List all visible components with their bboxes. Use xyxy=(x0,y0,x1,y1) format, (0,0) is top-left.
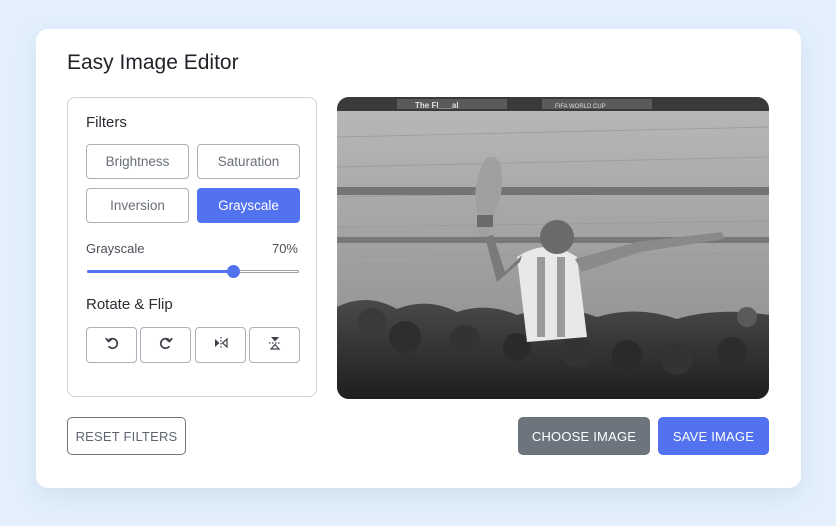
preview-banner-right: FIFA WORLD CUP xyxy=(555,104,606,110)
rotate-right-button[interactable] xyxy=(140,327,191,363)
rotate-left-icon xyxy=(104,335,120,356)
rotate-right-icon xyxy=(158,335,174,356)
reset-filters-button[interactable]: RESET FILTERS xyxy=(67,417,186,455)
slider-label: Grayscale xyxy=(86,241,145,256)
filter-grayscale-button[interactable]: Grayscale xyxy=(197,188,300,223)
slider-thumb[interactable] xyxy=(227,265,240,278)
editor-card: Easy Image Editor Filters Brightness Sat… xyxy=(36,29,801,488)
flip-horizontal-button[interactable] xyxy=(195,327,246,363)
filters-title: Filters xyxy=(86,114,127,131)
slider-fill xyxy=(87,270,233,273)
flip-vertical-icon xyxy=(267,335,283,356)
flip-horizontal-icon xyxy=(213,335,229,356)
editor-panel: Filters Brightness Saturation Inversion … xyxy=(67,97,317,397)
preview-banner-left: The FI___al xyxy=(415,101,459,110)
save-image-button[interactable]: SAVE IMAGE xyxy=(658,417,769,455)
app-title: Easy Image Editor xyxy=(67,51,239,74)
filter-saturation-button[interactable]: Saturation xyxy=(197,144,300,179)
rotate-flip-title: Rotate & Flip xyxy=(86,296,173,313)
image-preview: The FI___al FIFA WORLD CUP xyxy=(337,97,769,399)
filter-brightness-button[interactable]: Brightness xyxy=(86,144,189,179)
choose-image-button[interactable]: CHOOSE IMAGE xyxy=(518,417,650,455)
rotate-left-button[interactable] xyxy=(86,327,137,363)
slider-value: 70% xyxy=(271,241,298,256)
flip-vertical-button[interactable] xyxy=(249,327,300,363)
filter-inversion-button[interactable]: Inversion xyxy=(86,188,189,223)
